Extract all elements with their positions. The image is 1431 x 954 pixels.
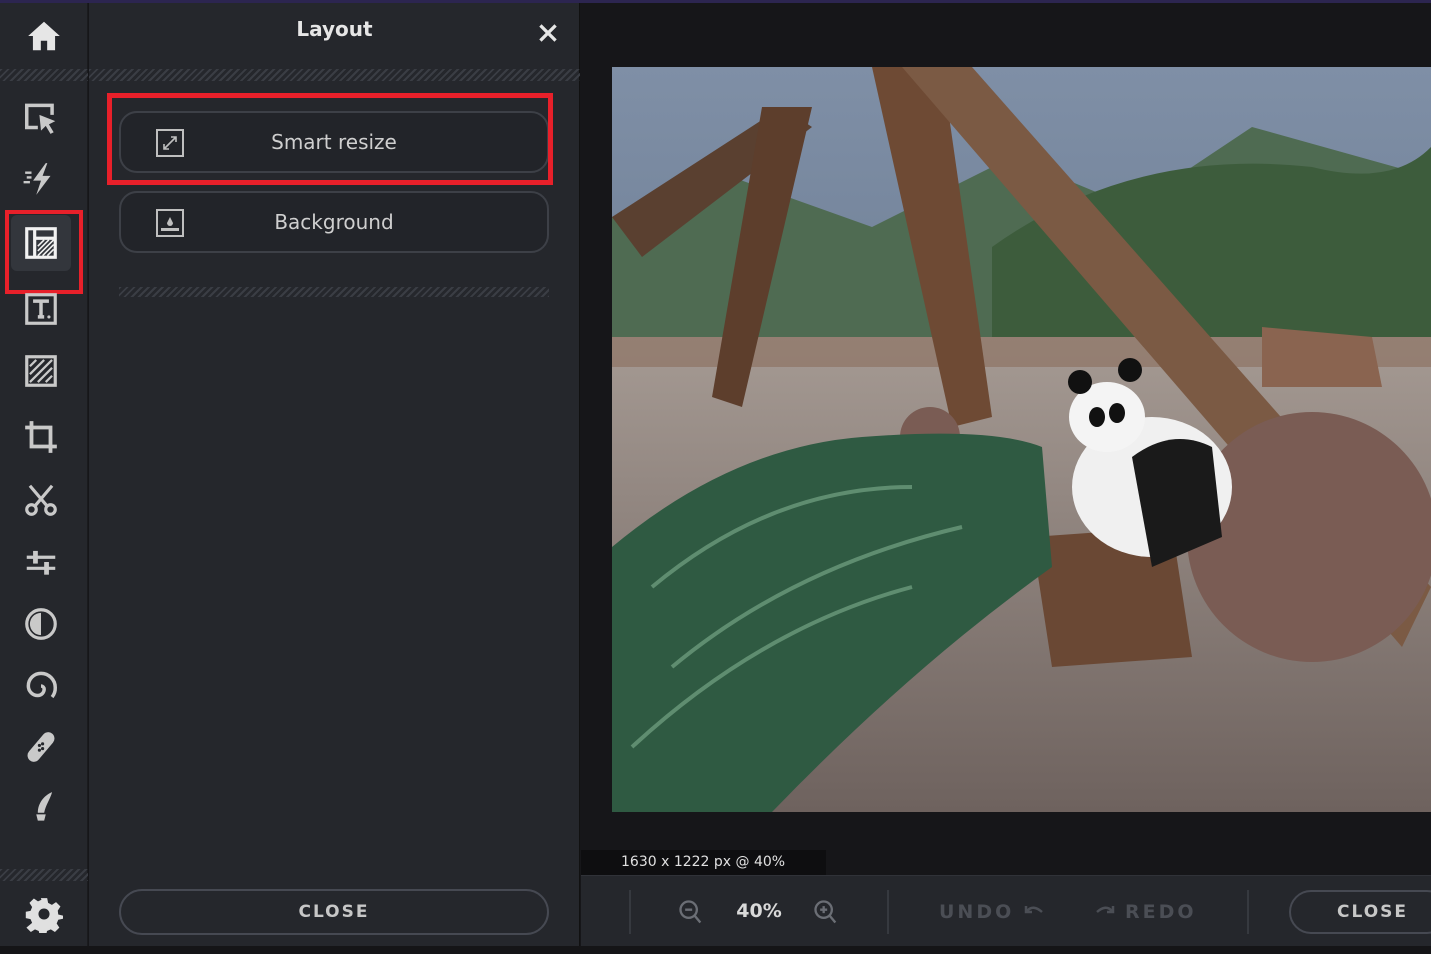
tool-text[interactable] bbox=[11, 281, 71, 337]
tool-adjust[interactable] bbox=[11, 534, 71, 590]
close-editor-button[interactable]: CLOSE bbox=[1289, 890, 1431, 934]
toolbar-separator bbox=[887, 890, 889, 934]
spiral-icon bbox=[26, 671, 57, 699]
sliders-icon bbox=[26, 550, 56, 575]
brush-icon bbox=[36, 792, 53, 821]
select-cursor-icon bbox=[25, 103, 56, 134]
panel-header-divider bbox=[89, 69, 580, 81]
undo-button[interactable]: UNDO bbox=[939, 900, 1046, 924]
zoom-level: 40% bbox=[736, 900, 782, 922]
toolbar-separator bbox=[1247, 890, 1249, 934]
zoom-out-icon bbox=[679, 900, 702, 924]
tool-effects[interactable] bbox=[11, 658, 71, 714]
panel-title: Layout bbox=[296, 17, 373, 41]
image-canvas[interactable]: 1630 x 1222 px @ 40% bbox=[581, 3, 1431, 875]
text-icon bbox=[25, 293, 57, 325]
tool-filters[interactable] bbox=[11, 596, 71, 652]
zoom-in-button[interactable] bbox=[812, 898, 840, 926]
tool-texture[interactable] bbox=[11, 343, 71, 399]
lightning-icon bbox=[23, 163, 51, 195]
panda-photo[interactable] bbox=[612, 67, 1431, 812]
undo-label: UNDO bbox=[939, 901, 1015, 923]
close-icon bbox=[539, 24, 557, 42]
panel-options-divider bbox=[119, 287, 549, 297]
smart-resize-highlight bbox=[107, 93, 553, 185]
zoom-in-icon bbox=[814, 900, 837, 924]
home-button[interactable] bbox=[0, 3, 88, 69]
crop-icon bbox=[25, 421, 57, 453]
bottom-toolbar: 40% UNDO REDO CLOSE bbox=[581, 875, 1431, 946]
tool-rail bbox=[0, 3, 88, 946]
background-icon bbox=[156, 209, 184, 237]
tool-draw[interactable] bbox=[11, 780, 71, 836]
toolbar-separator bbox=[629, 890, 631, 934]
panel-close-button[interactable] bbox=[535, 20, 561, 46]
bandage-icon bbox=[27, 732, 55, 762]
panel-close-text-button[interactable]: CLOSE bbox=[119, 889, 549, 935]
zoom-out-button[interactable] bbox=[677, 898, 705, 926]
scissors-icon bbox=[25, 484, 57, 516]
tool-quick-actions[interactable] bbox=[11, 151, 71, 207]
gear-icon bbox=[25, 898, 63, 933]
window-bottom-edge bbox=[0, 946, 1431, 954]
redo-icon bbox=[1096, 906, 1115, 914]
tool-cutout[interactable] bbox=[11, 472, 71, 528]
background-button[interactable]: Background bbox=[119, 191, 549, 253]
image-dimensions-label: 1630 x 1222 px @ 40% bbox=[581, 850, 826, 875]
undo-icon bbox=[1025, 906, 1044, 914]
tool-select[interactable] bbox=[11, 90, 71, 146]
tool-retouch[interactable] bbox=[11, 719, 71, 775]
rail-divider bbox=[0, 69, 88, 81]
redo-button[interactable]: REDO bbox=[1093, 900, 1197, 924]
hatch-icon bbox=[25, 355, 57, 387]
rail-divider-bottom bbox=[0, 869, 88, 881]
contrast-icon bbox=[25, 608, 57, 640]
layout-panel: Layout Smart resize Background CLOSE bbox=[89, 3, 580, 946]
redo-label: REDO bbox=[1125, 901, 1197, 923]
home-icon bbox=[28, 21, 60, 51]
tool-crop[interactable] bbox=[11, 409, 71, 465]
settings-button[interactable] bbox=[0, 883, 88, 945]
